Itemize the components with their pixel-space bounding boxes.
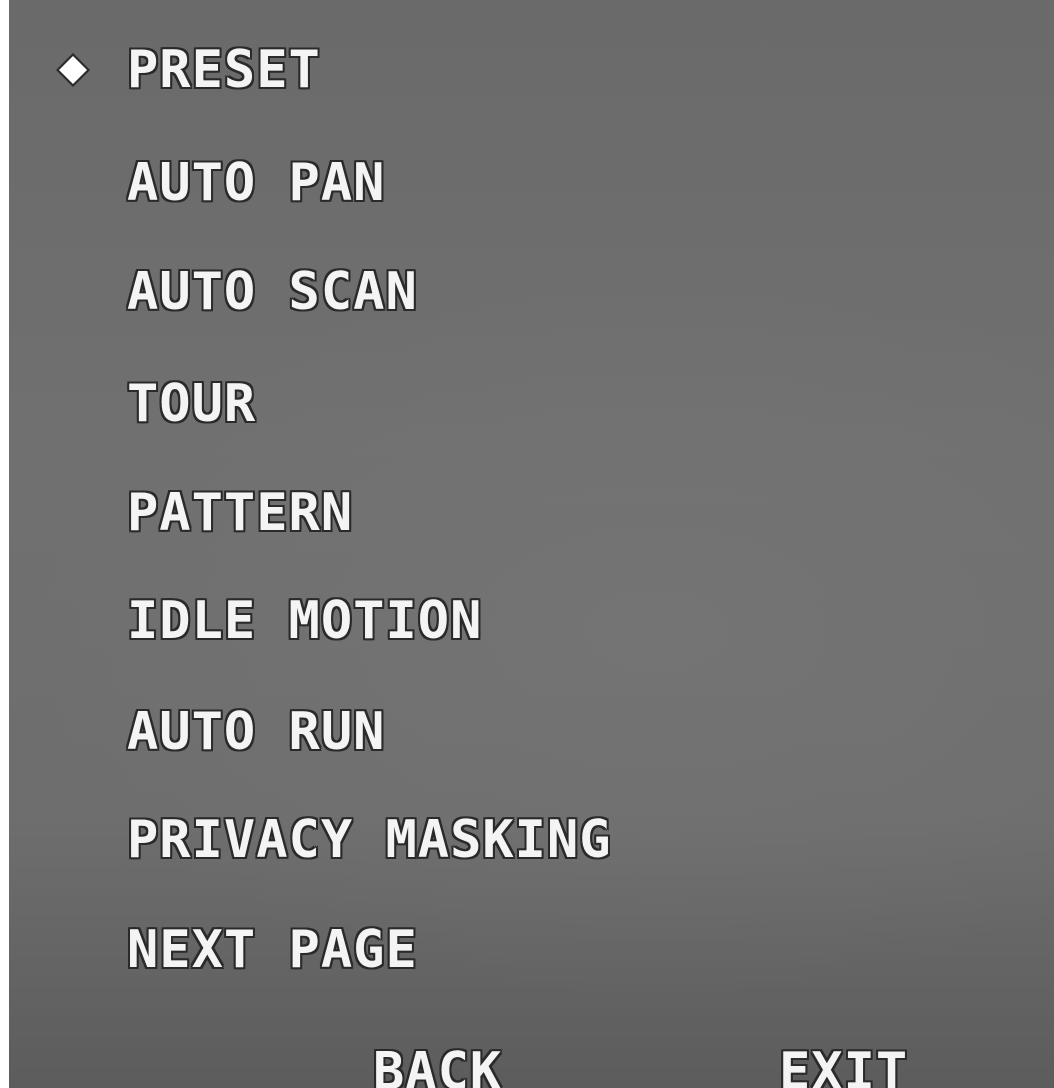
menu-item-idle-motion[interactable]: IDLE MOTION — [127, 571, 482, 671]
menu-item-pattern[interactable]: PATTERN — [127, 463, 353, 563]
menu-item-auto-pan[interactable]: AUTO PAN — [127, 133, 385, 233]
selection-diamond-icon — [56, 53, 90, 87]
menu-item-privacy-masking[interactable]: PRIVACY MASKING — [127, 790, 612, 890]
menu-item-auto-run[interactable]: AUTO RUN — [127, 682, 385, 782]
menu-item-next-page[interactable]: NEXT PAGE — [127, 900, 418, 1000]
back-button[interactable]: BACK — [373, 1022, 502, 1088]
menu-item-auto-scan[interactable]: AUTO SCAN — [127, 242, 418, 342]
menu-item-tour[interactable]: TOUR — [127, 354, 256, 454]
osd-menu-screen: PRESET AUTO PAN AUTO SCAN TOUR PATTERN I… — [9, 0, 1054, 1088]
exit-button[interactable]: EXIT — [779, 1022, 908, 1088]
menu-item-preset[interactable]: PRESET — [127, 20, 321, 120]
